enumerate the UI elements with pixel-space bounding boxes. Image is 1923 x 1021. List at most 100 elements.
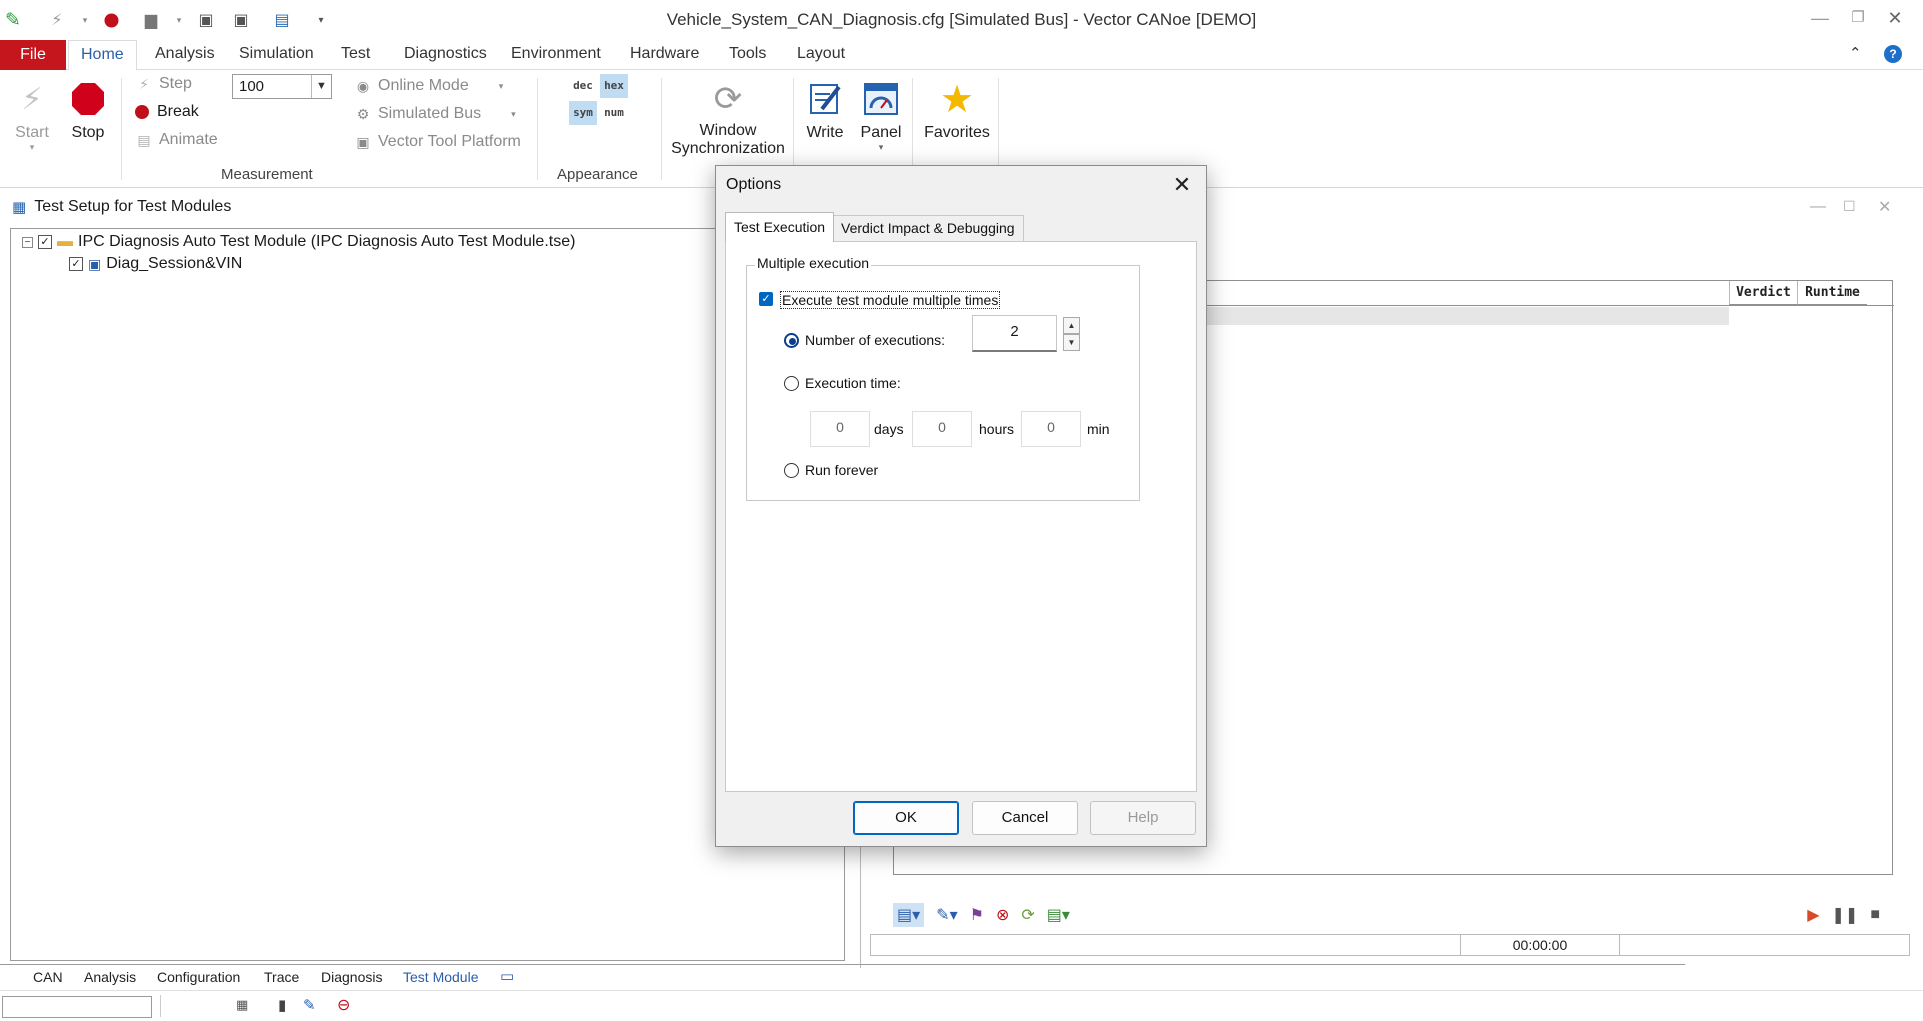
online-mode-button[interactable]: ◉ Online Mode ▾ [354,77,503,95]
close-window-button[interactable]: ✕ [1882,8,1908,32]
help-button[interactable]: Help [1090,801,1196,835]
help-icon[interactable]: ? [1884,45,1902,63]
dialog-close-button[interactable]: ✕ [1168,171,1196,199]
tree-item-module[interactable]: − ✓ ▬ IPC Diagnosis Auto Test Module (IP… [22,233,575,251]
execution-time-label: Execution time: [805,375,901,391]
execute-multiple-label[interactable]: Execute test module multiple times [780,291,1001,309]
desktop-tab-bar: CAN Analysis Configuration Trace Diagnos… [0,964,1685,990]
vector-tool-platform-button[interactable]: ▣ Vector Tool Platform [354,133,521,151]
break-icon [133,103,151,121]
status-input[interactable] [2,996,152,1018]
start-button[interactable]: ⚡ Start ▾ [10,78,54,153]
panel-icon [860,78,902,120]
tab-layout[interactable]: Layout [795,45,847,63]
format-num-button[interactable]: num [600,101,628,125]
column-runtime[interactable]: Runtime [1797,281,1867,305]
group-label: Multiple execution [755,255,872,271]
desktop-tab-analysis[interactable]: Analysis [84,969,136,985]
desktop-tab-test-module[interactable]: Test Module [403,969,478,985]
filter-icon[interactable]: ⚑ [970,905,984,925]
favorites-button[interactable]: ★ Favorites [922,78,992,142]
format-sym-button[interactable]: sym [569,101,597,125]
step-icon: ⚡ [139,75,149,92]
step-button[interactable]: ⚡ Step [135,75,192,93]
test-setup-title: Test Setup for Test Modules [34,198,232,215]
collapse-ribbon-icon[interactable]: ⌃ [1849,44,1862,62]
number-of-executions-input[interactable]: 2 [972,315,1057,352]
write-button[interactable]: Write [802,78,848,142]
format-hex-button[interactable]: hex [600,74,628,98]
module-label: IPC Diagnosis Auto Test Module (IPC Diag… [78,233,576,250]
new-desktop-icon[interactable]: ▭ [500,967,514,985]
column-verdict[interactable]: Verdict [1729,281,1797,305]
minimize-subwindow-button[interactable]: — [1810,198,1826,216]
pause-icon[interactable]: ❚❚ [1832,905,1859,925]
tab-environment[interactable]: Environment [509,45,603,63]
tab-analysis[interactable]: Analysis [153,45,217,63]
tab-simulation[interactable]: Simulation [237,45,316,63]
number-of-executions-radio[interactable] [784,333,799,348]
tab-file[interactable]: File [0,40,66,70]
bus-status-icon[interactable]: ⊖ [337,995,350,1015]
animate-button[interactable]: ▤ Animate [135,131,217,149]
collapse-tree-icon[interactable]: − [22,236,33,248]
restore-button[interactable]: ❐ [1845,8,1871,32]
tab-test-execution[interactable]: Test Execution [725,212,835,242]
test-setup-icon: ▦ [12,199,27,216]
write-status-icon[interactable]: ✎ [303,996,316,1014]
module-checkbox[interactable]: ✓ [38,235,52,249]
cancel-button[interactable]: Cancel [972,801,1078,835]
maximize-subwindow-button[interactable]: ☐ [1843,198,1856,215]
tab-hardware[interactable]: Hardware [628,45,701,63]
stop-button[interactable]: Stop [66,78,110,142]
break-button[interactable]: Break [133,103,199,121]
window-sync-icon: ⟳ [713,80,743,118]
capl-icon[interactable]: ▦ [236,997,248,1013]
tree-item-test[interactable]: ✓ ▣ Diag_Session&VIN [69,255,242,273]
tab-tools[interactable]: Tools [727,45,768,63]
desktop-tab-can[interactable]: CAN [33,969,63,985]
play-icon[interactable]: ▶ [1807,905,1819,925]
stop-square-icon[interactable]: ■ [1870,906,1888,924]
desktop-tab-trace[interactable]: Trace [264,969,299,985]
tab-verdict-impact[interactable]: Verdict Impact & Debugging [832,215,1024,241]
test-checkbox[interactable]: ✓ [69,257,83,271]
test-toolbar: ▤▾ ✎▾ ⚑ ⊗ ⟳ ▤▾ ▶ ❚❚ ■ [878,898,1888,932]
simulated-bus-icon: ⚙ [356,105,370,122]
days-label: days [874,421,904,437]
decrement-button[interactable]: ▼ [1063,334,1080,351]
increment-button[interactable]: ▲ [1063,317,1080,334]
format-dec-button[interactable]: dec [569,74,597,98]
ok-button[interactable]: OK [853,801,959,835]
delete-icon[interactable]: ⊗ [996,905,1009,925]
elapsed-time: 00:00:00 [1460,934,1620,956]
panel-button[interactable]: Panel ▾ [856,78,906,153]
tab-diagnostics[interactable]: Diagnostics [402,45,489,63]
test-node-icon: ▣ [88,255,102,272]
dialog-title: Options [726,176,782,193]
tab-test[interactable]: Test [339,45,372,63]
simulated-bus-button[interactable]: ⚙ Simulated Bus ▾ [354,105,516,123]
appearance-group-label: Appearance [557,166,638,183]
minimize-button[interactable]: — [1807,8,1833,32]
refresh-icon[interactable]: ⟳ [1021,905,1034,925]
days-input[interactable]: 0 [810,411,870,447]
hours-input[interactable]: 0 [912,411,972,447]
report-icon[interactable]: ▤▾ [893,903,925,927]
database-icon[interactable]: ▮ [278,996,286,1014]
document-icon[interactable]: ▤▾ [1047,905,1070,925]
desktop-tab-diagnosis[interactable]: Diagnosis [321,969,382,985]
minutes-label: min [1087,421,1110,437]
edit-icon[interactable]: ✎▾ [936,905,957,925]
window-synchronization-button[interactable]: ⟳ Window Synchronization [668,78,788,158]
run-forever-radio[interactable] [784,463,799,478]
tab-home[interactable]: Home [68,40,137,71]
status-bar: ▦ ▮ ✎ ⊖ [0,990,1923,1021]
chevron-down-icon[interactable]: ▼ [311,75,331,98]
execute-multiple-checkbox[interactable]: ✓ [759,292,773,306]
animation-speed-select[interactable]: 100 ▼ [232,74,332,99]
close-subwindow-button[interactable]: ✕ [1878,197,1891,217]
desktop-tab-configuration[interactable]: Configuration [157,969,240,985]
minutes-input[interactable]: 0 [1021,411,1081,447]
execution-time-radio[interactable] [784,376,799,391]
